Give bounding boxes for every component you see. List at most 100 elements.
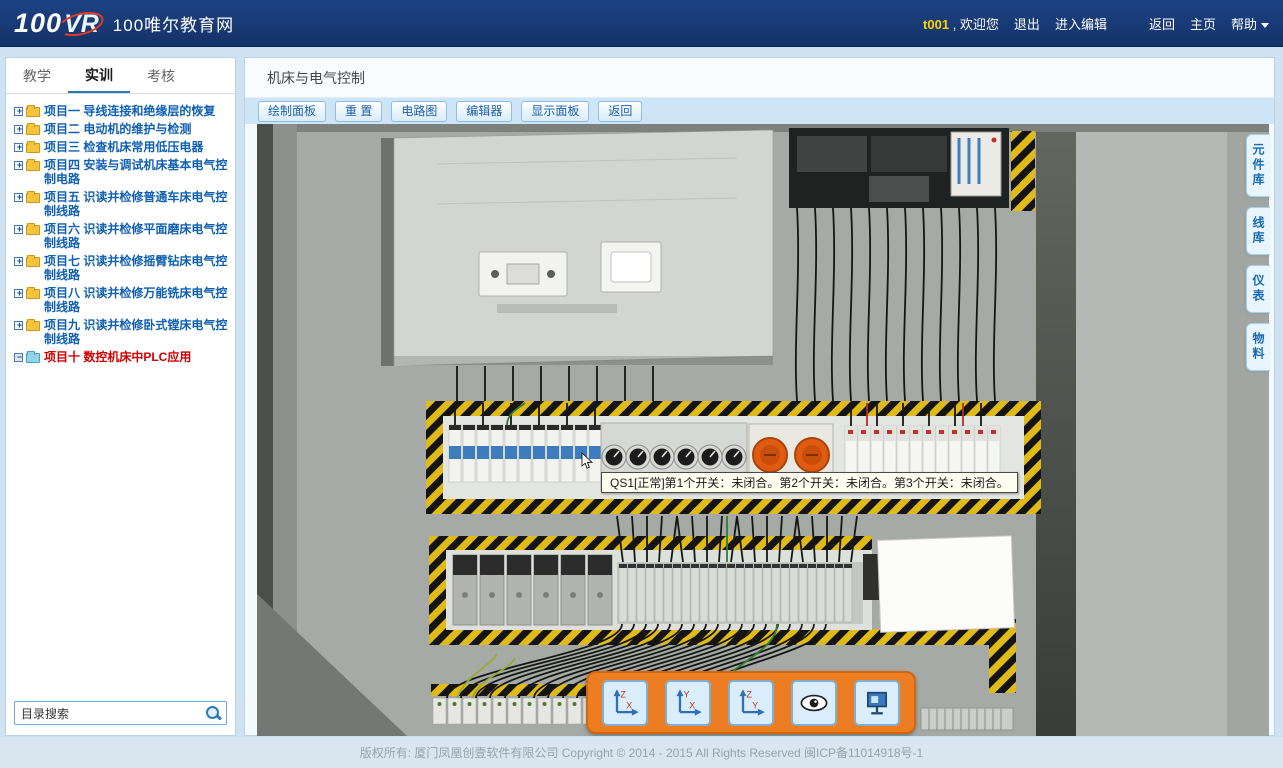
svg-text:Z: Z xyxy=(620,689,626,699)
expand-icon[interactable] xyxy=(14,225,23,234)
sidebar-item-project-6[interactable]: 项目六 识读并检修平面磨床电气控制线路 xyxy=(10,220,231,252)
return-button[interactable]: 返回 xyxy=(598,101,642,122)
note-paper[interactable] xyxy=(877,536,1014,633)
machine-panel-top[interactable] xyxy=(381,130,773,366)
expand-icon[interactable] xyxy=(14,321,23,330)
sidebar-item-project-5[interactable]: 项目五 识读并检修普通车床电气控制线路 xyxy=(10,188,231,220)
welcome-text: , 欢迎您 xyxy=(953,17,999,32)
display-panel-view-button[interactable] xyxy=(854,680,900,726)
back-link[interactable]: 返回 xyxy=(1149,14,1175,33)
folder-icon xyxy=(26,161,40,171)
logo-vr-text: VR xyxy=(64,10,99,39)
open-folder-icon xyxy=(26,353,40,363)
site-logo[interactable]: 100 VR xyxy=(14,8,99,39)
tab-training[interactable]: 实训 xyxy=(68,58,130,93)
folder-icon xyxy=(26,225,40,235)
sidebar-item-project-10[interactable]: 项目十 数控机床中PLC应用 xyxy=(10,348,231,366)
view-zy-button[interactable]: Z Y xyxy=(728,680,774,726)
tab-instruments[interactable]: 仪表 xyxy=(1246,265,1270,313)
project-label: 项目五 识读并检修普通车床电气控制线路 xyxy=(44,190,229,218)
home-link[interactable]: 主页 xyxy=(1190,14,1216,33)
project-label: 项目一 导线连接和绝缘层的恢复 xyxy=(44,104,215,118)
view-control-bar: Z X Y X xyxy=(586,671,916,734)
eye-icon xyxy=(798,687,830,719)
page-title: 机床与电气控制 xyxy=(267,68,365,88)
view-yx-button[interactable]: Y X xyxy=(665,680,711,726)
reset-button[interactable]: 重 置 xyxy=(335,101,382,122)
collapse-icon[interactable] xyxy=(14,353,23,362)
expand-icon[interactable] xyxy=(14,143,23,152)
sidebar-item-project-3[interactable]: 项目三 检查机床常用低压电器 xyxy=(10,138,231,156)
sidebar: 教学 实训 考核 项目一 导线连接和绝缘层的恢复 项目二 电动机的维护与检测 项… xyxy=(5,57,236,736)
svg-text:Y: Y xyxy=(752,700,758,710)
footer-bar: 版权所有: 厦门凤凰创壹软件有限公司 Copyright © 2014 - 20… xyxy=(0,737,1283,768)
svg-text:X: X xyxy=(626,700,632,710)
project-label: 项目九 识读并检修卧式镗床电气控制线路 xyxy=(44,318,229,346)
folder-icon xyxy=(26,143,40,153)
editor-button[interactable]: 编辑器 xyxy=(456,101,512,122)
top-header-bar: 100 VR 100唯尔教育网 t001 , 欢迎您 退出 进入编辑 返回 主页… xyxy=(0,0,1283,47)
sim-toolbar: 绘制面板 重 置 电路图 编辑器 显示面板 返回 xyxy=(245,98,1274,124)
switch-status-tooltip: QS1[正常]第1个开关：未闭合。第2个开关：未闭合。第3个开关：未闭合。 xyxy=(601,472,1018,493)
sidebar-item-project-2[interactable]: 项目二 电动机的维护与检测 xyxy=(10,120,231,138)
enter-edit-link[interactable]: 进入编辑 xyxy=(1055,14,1107,33)
folder-icon xyxy=(26,125,40,135)
sidebar-tabs: 教学 实训 考核 xyxy=(6,58,235,94)
project-label: 项目二 电动机的维护与检测 xyxy=(44,122,191,136)
cabinet-3d-scene[interactable] xyxy=(257,124,1269,736)
content-tab-bar: 机床与电气控制 xyxy=(245,58,1274,98)
project-tree: 项目一 导线连接和绝缘层的恢复 项目二 电动机的维护与检测 项目三 检查机床常用… xyxy=(6,94,235,366)
expand-icon[interactable] xyxy=(14,193,23,202)
folder-icon xyxy=(26,107,40,117)
terminal-block[interactable] xyxy=(617,554,889,624)
project-label: 项目三 检查机床常用低压电器 xyxy=(44,140,203,154)
folder-icon xyxy=(26,321,40,331)
svg-text:Z: Z xyxy=(746,689,752,699)
header-links: t001 , 欢迎您 退出 进入编辑 返回 主页 帮助 xyxy=(923,14,1269,33)
page: 100 VR 100唯尔教育网 t001 , 欢迎您 退出 进入编辑 返回 主页… xyxy=(0,0,1283,768)
svg-text:X: X xyxy=(689,700,695,710)
expand-icon[interactable] xyxy=(14,107,23,116)
axis-yx-icon: Y X xyxy=(672,687,704,719)
breaker-row[interactable] xyxy=(449,425,601,482)
tab-teaching[interactable]: 教学 xyxy=(6,58,68,93)
help-link[interactable]: 帮助 xyxy=(1231,14,1269,33)
draw-panel-button[interactable]: 绘制面板 xyxy=(258,101,326,122)
logout-link[interactable]: 退出 xyxy=(1014,14,1040,33)
project-label: 项目四 安装与调试机床基本电气控制电路 xyxy=(44,158,229,186)
sidebar-item-project-1[interactable]: 项目一 导线连接和绝缘层的恢复 xyxy=(10,102,231,120)
display-panel-icon xyxy=(861,687,893,719)
site-name: 100唯尔教育网 xyxy=(113,11,234,36)
view-zx-button[interactable]: Z X xyxy=(602,680,648,726)
display-panel-button[interactable]: 显示面板 xyxy=(521,101,589,122)
folder-icon xyxy=(26,193,40,203)
eye-view-button[interactable] xyxy=(791,680,837,726)
project-label: 项目八 识读并检修万能铣床电气控制线路 xyxy=(44,286,229,314)
username: t001 xyxy=(923,17,949,32)
logo-100-text: 100 xyxy=(14,8,62,39)
sidebar-item-project-9[interactable]: 项目九 识读并检修卧式镗床电气控制线路 xyxy=(10,316,231,348)
expand-icon[interactable] xyxy=(14,289,23,298)
tab-component-library[interactable]: 元件库 xyxy=(1246,134,1270,197)
viewport-3d[interactable]: QS1[正常]第1个开关：未闭合。第2个开关：未闭合。第3个开关：未闭合。 Z … xyxy=(257,124,1269,736)
tab-materials[interactable]: 物料 xyxy=(1246,323,1270,371)
project-label: 项目六 识读并检修平面磨床电气控制线路 xyxy=(44,222,229,250)
search-input[interactable] xyxy=(15,706,204,720)
main-panel: 机床与电气控制 绘制面板 重 置 电路图 编辑器 显示面板 返回 xyxy=(244,57,1275,736)
circuit-diagram-button[interactable]: 电路图 xyxy=(391,101,447,122)
sidebar-item-project-4[interactable]: 项目四 安装与调试机床基本电气控制电路 xyxy=(10,156,231,188)
expand-icon[interactable] xyxy=(14,257,23,266)
svg-text:Y: Y xyxy=(683,689,689,699)
tab-wire-library[interactable]: 线库 xyxy=(1246,207,1270,255)
expand-icon[interactable] xyxy=(14,125,23,134)
sidebar-item-project-8[interactable]: 项目八 识读并检修万能铣床电气控制线路 xyxy=(10,284,231,316)
plc-unit[interactable] xyxy=(789,128,1035,211)
axis-zx-icon: Z X xyxy=(609,687,641,719)
sidebar-item-project-7[interactable]: 项目七 识读并检修摇臂钻床电气控制线路 xyxy=(10,252,231,284)
search-icon[interactable] xyxy=(204,704,222,722)
tab-assessment[interactable]: 考核 xyxy=(130,58,192,93)
folder-icon xyxy=(26,289,40,299)
copyright-text: 版权所有: 厦门凤凰创壹软件有限公司 Copyright © 2014 - 20… xyxy=(360,744,923,761)
project-label: 项目七 识读并检修摇臂钻床电气控制线路 xyxy=(44,254,229,282)
expand-icon[interactable] xyxy=(14,161,23,170)
